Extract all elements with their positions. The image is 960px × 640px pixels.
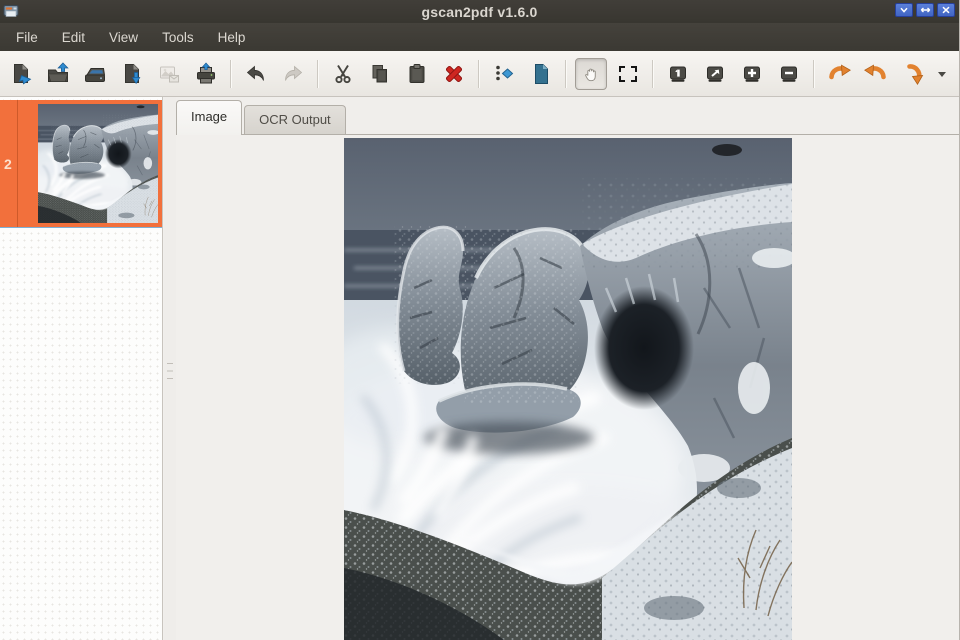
page-row-selected[interactable]: 2 — [0, 100, 163, 228]
scanned-page-image[interactable] — [344, 138, 792, 640]
column-divider — [17, 100, 18, 227]
titlebar: gscan2pdf v1.6.0 — [0, 0, 959, 23]
splitter-grip-icon — [167, 363, 173, 379]
save-button[interactable] — [113, 55, 150, 93]
close-icon — [941, 6, 951, 14]
page-thumbnail-panel: 2 — [0, 97, 163, 640]
toolbar-overflow-button[interactable] — [931, 55, 953, 93]
page-number-label: 2 — [4, 100, 34, 227]
rotate-90-button[interactable] — [820, 55, 857, 93]
rotate-180-button[interactable] — [857, 55, 894, 93]
zoom-100-button[interactable] — [659, 55, 696, 93]
view-tabs: Image OCR Output — [176, 97, 959, 135]
zoom-in-button[interactable] — [733, 55, 770, 93]
toolbar-separator — [230, 60, 231, 88]
tab-image[interactable]: Image — [176, 100, 242, 135]
delete-button[interactable] — [435, 55, 472, 93]
open-folder-icon — [46, 62, 70, 86]
redo-icon — [281, 62, 305, 86]
pane-splitter[interactable] — [164, 97, 176, 640]
rotate-270-icon — [901, 62, 925, 86]
zoom-out-button[interactable] — [770, 55, 807, 93]
menu-edit[interactable]: Edit — [50, 25, 97, 50]
zoom-out-icon — [777, 62, 801, 86]
maximize-window-button[interactable] — [916, 3, 934, 17]
select-all-icon — [529, 62, 553, 86]
menubar: File Edit View Tools Help — [0, 23, 959, 51]
menu-view[interactable]: View — [97, 25, 150, 50]
print-icon — [194, 62, 218, 86]
rotate-270-button[interactable] — [894, 55, 931, 93]
tab-ocr-output[interactable]: OCR Output — [244, 105, 346, 135]
chevron-down-icon — [899, 6, 909, 14]
hand-tool-pressed-frame — [575, 58, 607, 90]
new-document-icon — [9, 62, 33, 86]
menu-tools[interactable]: Tools — [150, 25, 206, 50]
hand-tool-button[interactable] — [572, 55, 609, 93]
rotate-90-icon — [827, 62, 851, 86]
redo-button — [274, 55, 311, 93]
zoom-fit-icon — [703, 62, 727, 86]
scan-button[interactable] — [76, 55, 113, 93]
undo-button[interactable] — [237, 55, 274, 93]
view-notebook: Image OCR Output — [176, 97, 959, 640]
selection-tool-icon — [619, 66, 637, 82]
page-thumbnail[interactable] — [38, 104, 158, 223]
toolbar-separator — [565, 60, 566, 88]
undo-icon — [244, 62, 268, 86]
menu-file[interactable]: File — [4, 25, 50, 50]
content-area: 2 Image OCR Output — [0, 97, 959, 640]
select-all-button[interactable] — [522, 55, 559, 93]
email-button — [150, 55, 187, 93]
save-icon — [120, 62, 144, 86]
new-button[interactable] — [2, 55, 39, 93]
copy-button[interactable] — [361, 55, 398, 93]
toolbar-separator — [478, 60, 479, 88]
cut-button[interactable] — [324, 55, 361, 93]
email-pdf-icon — [157, 62, 181, 86]
hand-tool-icon — [581, 64, 601, 84]
selection-tool-button[interactable] — [609, 55, 646, 93]
toolbar-separator — [652, 60, 653, 88]
gscan2pdf-window: gscan2pdf v1.6.0 File Edit View Tools He… — [0, 0, 960, 640]
paste-button[interactable] — [398, 55, 435, 93]
app-icon — [3, 3, 19, 19]
close-window-button[interactable] — [937, 3, 955, 17]
seascape-photo-image — [344, 138, 792, 640]
cut-icon — [331, 62, 355, 86]
window-controls — [895, 3, 955, 17]
delete-icon — [442, 62, 466, 86]
resize-horizontal-icon — [920, 6, 931, 14]
rotate-180-icon — [864, 62, 888, 86]
chevron-down-icon — [936, 70, 948, 78]
zoom-100-icon — [666, 62, 690, 86]
seascape-thumbnail-image — [38, 104, 158, 223]
zoom-in-icon — [740, 62, 764, 86]
renumber-button[interactable] — [485, 55, 522, 93]
toolbar — [0, 51, 959, 97]
scanner-icon — [83, 62, 107, 86]
open-button[interactable] — [39, 55, 76, 93]
renumber-icon — [492, 62, 516, 86]
shade-window-button[interactable] — [895, 3, 913, 17]
toolbar-separator — [317, 60, 318, 88]
image-canvas — [176, 134, 959, 640]
print-button[interactable] — [187, 55, 224, 93]
toolbar-separator — [813, 60, 814, 88]
zoom-fit-button[interactable] — [696, 55, 733, 93]
window-title: gscan2pdf v1.6.0 — [0, 4, 959, 20]
menu-help[interactable]: Help — [206, 25, 258, 50]
paste-icon — [405, 62, 429, 86]
copy-icon — [368, 62, 392, 86]
